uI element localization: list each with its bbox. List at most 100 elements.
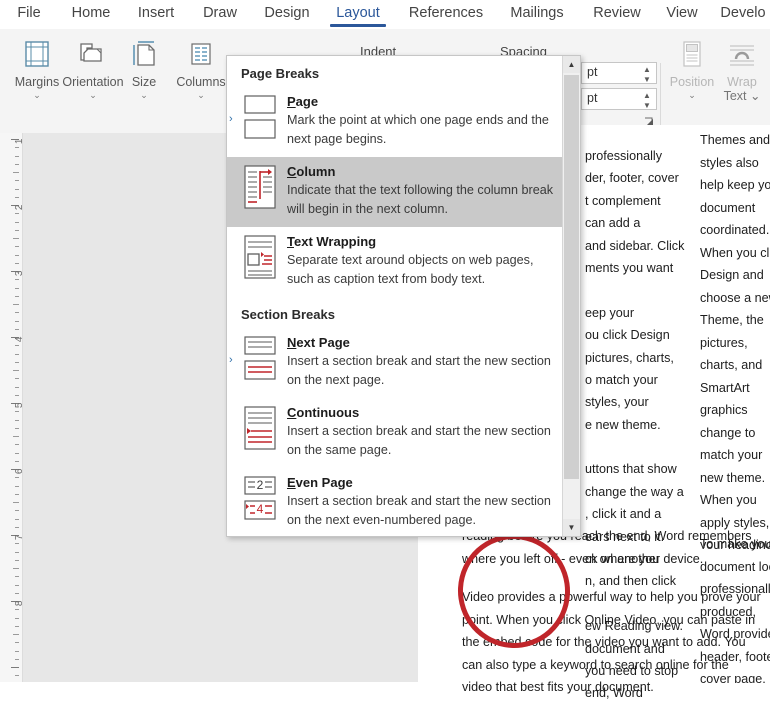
ruler-tick	[13, 568, 19, 569]
ruler-number: 7	[15, 535, 26, 541]
tab-label: Develo	[720, 5, 765, 21]
ruler-tick	[15, 321, 19, 322]
wrap-text-sub[interactable]: Text ⌄	[718, 89, 766, 103]
tab-mailings[interactable]: Mailings	[500, 0, 574, 29]
expand-caret-icon: ›	[229, 354, 233, 366]
ribbon-button-position[interactable]: Position ⌄	[665, 33, 719, 101]
menu-item-text: ContinuousInsert a section break and sta…	[283, 404, 555, 460]
stepper-arrows-icon[interactable]: ▲▼	[642, 90, 652, 110]
ruler-number: 2	[15, 205, 26, 211]
dropdown-section-heading: Section Breaks	[227, 297, 565, 328]
menu-item-title-rest: ext Wrapping	[294, 234, 376, 249]
ribbon-button-label: Wrap	[718, 75, 766, 89]
ruler-tick	[15, 543, 19, 544]
tab-insert[interactable]: Insert	[128, 0, 184, 29]
tab-draw[interactable]: Draw	[192, 0, 248, 29]
menu-item-title: Column	[287, 163, 555, 180]
menu-item-column[interactable]: ColumnIndicate that the text following t…	[227, 157, 565, 227]
ruler-tick	[13, 172, 19, 173]
tab-file[interactable]: File	[6, 0, 52, 29]
word-window: File Home Insert Draw Design Layout References…	[0, 0, 770, 682]
menu-item-text: Even PageInsert a section break and star…	[283, 474, 555, 530]
ruler-tick	[13, 634, 19, 635]
menu-item-next-page[interactable]: ›Next PageInsert a section break and sta…	[227, 328, 565, 398]
ruler-tick	[15, 486, 19, 487]
tab-review[interactable]: Review	[586, 0, 648, 29]
menu-item-continuous[interactable]: ContinuousInsert a section break and sta…	[227, 398, 565, 468]
menu-item-title: Page	[287, 93, 555, 110]
ruler-tick	[15, 329, 19, 330]
vertical-ruler[interactable]: 12345678	[0, 133, 23, 682]
menu-item-page[interactable]: › PageMark the point at which one page en…	[227, 87, 565, 157]
ruler-tick	[13, 502, 19, 503]
ruler-tick	[15, 189, 19, 190]
document-line	[585, 436, 663, 458]
column-break-icon	[237, 163, 283, 209]
ruler-tick	[15, 576, 19, 577]
scrollbar-thumb[interactable]	[564, 75, 579, 479]
breaks-dropdown-menu[interactable]: Page Breaks › PageMark the point at which …	[226, 55, 581, 537]
svg-text:4: 4	[257, 502, 264, 516]
spacing-after-stepper[interactable]: pt ▲▼	[581, 88, 657, 110]
document-line: eep your	[585, 302, 663, 324]
ruler-tick	[15, 453, 19, 454]
ruler-tick	[11, 667, 19, 668]
tab-label: Insert	[138, 5, 174, 21]
ruler-tick	[15, 164, 19, 165]
menu-item-text-wrapping[interactable]: Text WrappingSeparate text around object…	[227, 227, 565, 297]
ruler-tick	[13, 370, 19, 371]
ruler-tick	[15, 560, 19, 561]
expand-caret-icon: ›	[229, 113, 233, 125]
tab-layout[interactable]: Layout	[330, 0, 386, 29]
ruler-tick	[15, 197, 19, 198]
ruler-tick	[15, 378, 19, 379]
document-paragraph: Themes and styles also help keep your do…	[700, 129, 770, 549]
tab-label: References	[409, 5, 483, 21]
ruler-tick	[15, 230, 19, 231]
stepper-arrows-icon[interactable]: ▲▼	[642, 64, 652, 84]
scroll-down-button[interactable]: ▼	[563, 519, 580, 536]
document-line: o match your	[585, 369, 663, 391]
ruler-tick	[15, 362, 19, 363]
ruler-tick	[15, 312, 19, 313]
ruler-tick	[15, 395, 19, 396]
tab-view[interactable]: View	[658, 0, 706, 29]
menu-item-title: Text Wrapping	[287, 233, 555, 250]
document-line: styles, your	[585, 391, 663, 413]
ruler-tick	[15, 345, 19, 346]
ruler-tick	[15, 246, 19, 247]
document-line: can add a	[585, 212, 663, 234]
chevron-down-icon[interactable]: ⌄	[118, 89, 170, 101]
page-break-icon	[237, 93, 283, 139]
menu-item-description: Mark the point at which one page ends an…	[287, 111, 555, 149]
tab-label: File	[17, 5, 40, 21]
ruler-tick	[15, 659, 19, 660]
tab-home[interactable]: Home	[62, 0, 120, 29]
dropdown-scrollbar[interactable]: ▲ ▼	[562, 56, 580, 536]
menu-item-even-page[interactable]: 24Even PageInsert a section break and st…	[227, 468, 565, 536]
tab-references[interactable]: References	[400, 0, 492, 29]
document-line: t complement	[585, 190, 663, 212]
ribbon-button-wrap-text[interactable]: Wrap Text ⌄	[718, 33, 766, 103]
ruler-tick	[15, 288, 19, 289]
chevron-down-icon[interactable]: ⌄	[665, 89, 719, 101]
document-line: uttons that show	[585, 458, 663, 480]
ruler-tick	[15, 519, 19, 520]
tab-label: Home	[72, 5, 111, 21]
ruler-tick	[15, 387, 19, 388]
ruler-tick	[15, 420, 19, 421]
spacing-before-stepper[interactable]: pt ▲▼	[581, 62, 657, 84]
dropdown-section-heading: Page Breaks	[227, 56, 565, 87]
accelerator-key: T	[287, 234, 294, 249]
ruler-tick	[15, 444, 19, 445]
tab-design[interactable]: Design	[256, 0, 318, 29]
wrap-text-icon	[718, 33, 766, 75]
next-page-break-icon	[237, 334, 283, 380]
document-line: pictures, charts,	[585, 347, 663, 369]
even-page-break-icon: 24	[237, 474, 283, 520]
ribbon-button-size[interactable]: Size ⌄	[118, 33, 170, 101]
scroll-up-button[interactable]: ▲	[563, 56, 580, 73]
tab-develo[interactable]: Develo	[716, 0, 770, 29]
tab-label: View	[666, 5, 697, 21]
document-line: professionally	[585, 145, 663, 167]
